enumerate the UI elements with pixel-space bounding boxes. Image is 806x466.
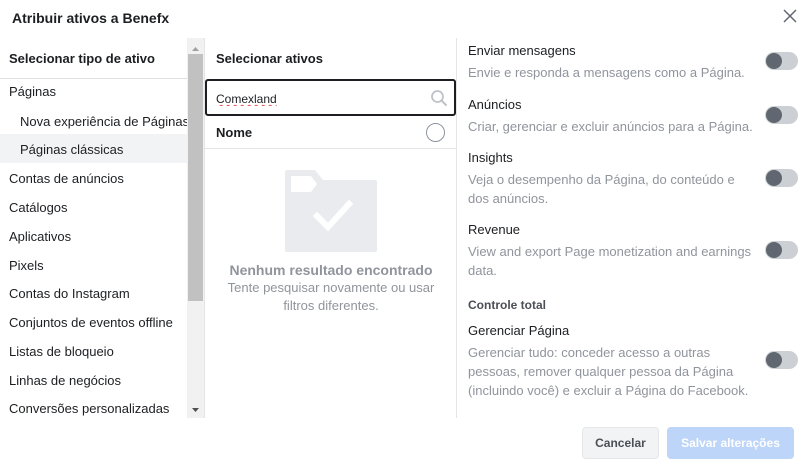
empty-folder-icon bbox=[285, 170, 377, 252]
asset-type-classic-pages[interactable]: Páginas clássicas bbox=[20, 142, 123, 157]
toggle-send-messages[interactable] bbox=[765, 52, 798, 70]
asset-type-new-pages-experience[interactable]: Nova experiência de Páginas bbox=[20, 114, 189, 129]
permission-title: Revenue bbox=[468, 222, 521, 237]
toggle-insights[interactable] bbox=[765, 169, 798, 187]
permission-insights: Insights Veja o desempenho da Página, do… bbox=[468, 150, 753, 208]
asset-type-block-lists[interactable]: Listas de bloqueio bbox=[9, 344, 114, 359]
empty-state-subtitle: Tente pesquisar novamente ou usar filtro… bbox=[227, 280, 435, 313]
toggle-revenue[interactable] bbox=[765, 241, 798, 259]
dialog-title: Atribuir ativos a Benefx bbox=[12, 10, 170, 26]
asset-selection-panel: Selecionar ativos Nome Nenhum resultado … bbox=[205, 38, 457, 418]
search-icon[interactable] bbox=[430, 89, 448, 107]
asset-type-header: Selecionar tipo de ativo bbox=[9, 51, 155, 66]
cancel-button[interactable]: Cancelar bbox=[582, 427, 659, 459]
permission-description: Envie e responda a mensagens como a Pági… bbox=[468, 65, 745, 80]
asset-type-business-lines[interactable]: Linhas de negócios bbox=[9, 373, 121, 388]
toggle-manage-page[interactable] bbox=[765, 351, 798, 369]
full-control-section-title: Controle total bbox=[468, 298, 546, 312]
asset-type-catalogs[interactable]: Catálogos bbox=[9, 200, 68, 215]
asset-type-instagram-accounts[interactable]: Contas do Instagram bbox=[9, 286, 130, 301]
scroll-down-arrow-icon[interactable] bbox=[187, 402, 204, 412]
permission-ads: Anúncios Criar, gerenciar e excluir anún… bbox=[468, 97, 753, 136]
toggle-ads[interactable] bbox=[765, 106, 798, 124]
search-input[interactable] bbox=[216, 90, 416, 108]
asset-type-ad-accounts[interactable]: Contas de anúncios bbox=[9, 171, 124, 186]
divider bbox=[0, 78, 187, 79]
save-changes-button[interactable]: Salvar alterações bbox=[667, 427, 794, 459]
asset-type-panel: Selecionar tipo de ativo Páginas Nova ex… bbox=[0, 38, 205, 418]
asset-selection-header: Selecionar ativos bbox=[216, 51, 323, 66]
permission-description: Gerenciar tudo: conceder acesso a outras… bbox=[468, 345, 749, 398]
permission-title: Anúncios bbox=[468, 97, 522, 112]
empty-state-title: Nenhum resultado encontrado bbox=[229, 262, 433, 278]
permission-revenue: Revenue View and export Page monetizatio… bbox=[468, 222, 753, 280]
permission-description: Veja o desempenho da Página, do conteúdo… bbox=[468, 172, 735, 206]
scrollbar[interactable] bbox=[187, 38, 204, 418]
permission-send-messages: Enviar mensagens Envie e responda a mens… bbox=[468, 43, 753, 82]
permission-title: Insights bbox=[468, 150, 513, 165]
scroll-up-arrow-icon[interactable] bbox=[187, 41, 204, 51]
asset-type-pages[interactable]: Páginas bbox=[9, 84, 56, 99]
asset-type-apps[interactable]: Aplicativos bbox=[9, 229, 71, 244]
permission-description: View and export Page monetization and ea… bbox=[468, 244, 752, 278]
close-icon[interactable] bbox=[781, 7, 799, 25]
permission-title: Enviar mensagens bbox=[468, 43, 576, 58]
asset-type-pixels[interactable]: Pixels bbox=[9, 258, 44, 273]
search-box[interactable] bbox=[205, 79, 456, 116]
permission-description: Criar, gerenciar e excluir anúncios para… bbox=[468, 119, 753, 134]
permissions-panel: Enviar mensagens Envie e responda a mens… bbox=[457, 38, 806, 418]
select-all-radio[interactable] bbox=[426, 123, 445, 142]
asset-type-offline-event-sets[interactable]: Conjuntos de eventos offline bbox=[9, 315, 173, 330]
divider bbox=[205, 148, 456, 149]
asset-type-custom-conversions[interactable]: Conversões personalizadas bbox=[9, 401, 169, 416]
scrollbar-thumb[interactable] bbox=[188, 54, 203, 301]
permission-manage-page: Gerenciar Página Gerenciar tudo: concede… bbox=[468, 323, 763, 400]
name-column-header: Nome bbox=[216, 125, 253, 140]
permission-title: Gerenciar Página bbox=[468, 323, 570, 338]
